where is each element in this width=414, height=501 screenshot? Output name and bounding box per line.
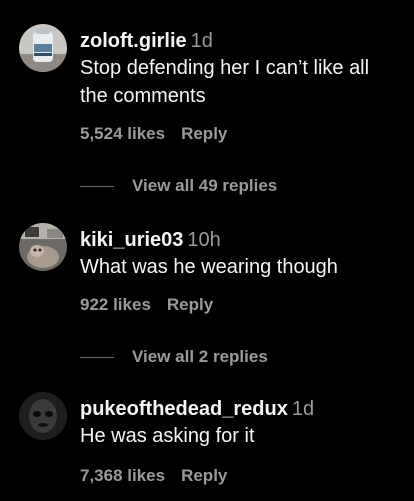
comment-header: zoloft.girlie 1d — [80, 28, 396, 54]
view-replies-button[interactable]: View all 49 replies — [80, 176, 277, 196]
timestamp: 1d — [190, 30, 213, 52]
comment-actions: 922 likes Reply — [80, 295, 213, 315]
view-replies-label: View all 49 replies — [132, 176, 278, 195]
comment-text-line: the comments — [80, 85, 206, 107]
username[interactable]: pukeofthedead_redux — [80, 398, 288, 420]
comment-actions: 7,368 likes Reply — [80, 466, 227, 486]
timestamp: 10h — [187, 229, 221, 251]
likes-count[interactable]: 5,524 likes — [80, 124, 165, 143]
comment-actions: 5,524 likes Reply — [80, 124, 227, 144]
comment-text: What was he wearing though — [80, 253, 396, 281]
username[interactable]: zoloft.girlie — [80, 30, 187, 52]
comment-text-line: He was asking for it — [80, 425, 255, 447]
view-replies-button[interactable]: View all 2 replies — [80, 347, 268, 367]
comment-text-line: What was he wearing though — [80, 256, 338, 278]
reply-button[interactable]: Reply — [181, 466, 227, 485]
view-replies-label: View all 2 replies — [132, 347, 268, 366]
comment-thread: zoloft.girlie 1d Stop defending her I can… — [0, 0, 414, 501]
replies-divider-line — [80, 356, 114, 358]
replies-divider-line — [80, 185, 114, 187]
likes-count[interactable]: 7,368 likes — [80, 466, 165, 485]
comment-text-line: Stop defending her I can’t like all — [80, 57, 370, 79]
comment-text: He was asking for it — [80, 422, 396, 450]
likes-count[interactable]: 922 likes — [80, 295, 151, 314]
reply-button[interactable]: Reply — [181, 124, 227, 143]
username[interactable]: kiki_urie03 — [80, 229, 183, 251]
reply-button[interactable]: Reply — [167, 295, 213, 314]
avatar[interactable] — [19, 24, 67, 72]
avatar[interactable] — [19, 392, 67, 440]
avatar[interactable] — [19, 223, 67, 271]
comment-header: kiki_urie03 10h — [80, 227, 396, 253]
avatar-photo-dark-figure-icon — [19, 392, 67, 440]
comment-header: pukeofthedead_redux 1d — [80, 396, 396, 422]
timestamp: 1d — [291, 398, 315, 420]
avatar-photo-bottle-icon — [19, 24, 67, 72]
avatar-photo-dog-icon — [19, 223, 67, 271]
comment-text: Stop defending her I can’t like all the … — [80, 54, 396, 110]
